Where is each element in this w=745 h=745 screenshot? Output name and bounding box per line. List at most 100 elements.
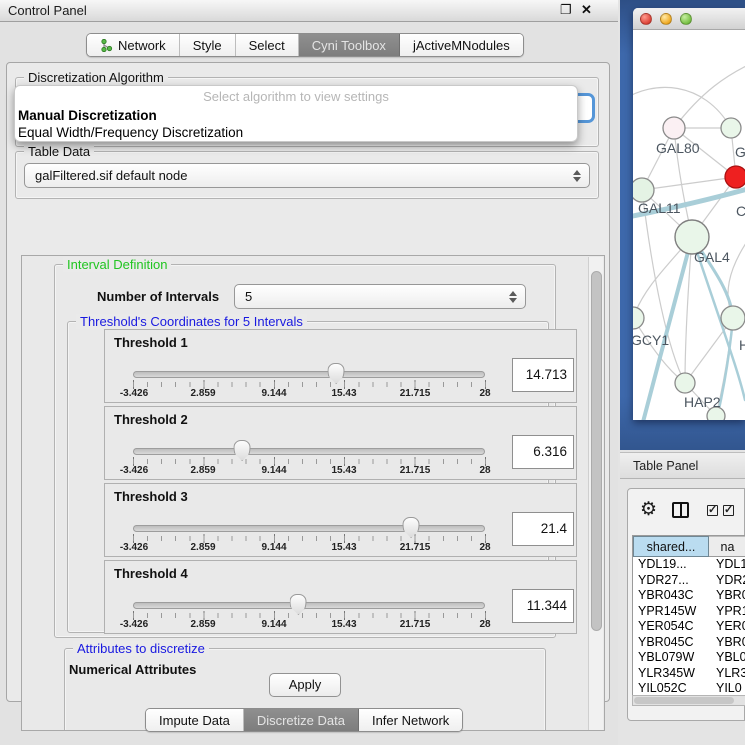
top-tab-bar: Network Style Select Cyni Toolbox jActiv…: [86, 33, 524, 57]
tick-label: 15.43: [331, 388, 356, 399]
table-horizontal-scrollbar[interactable]: [632, 695, 745, 706]
checkbox-icon[interactable]: ✓: [723, 505, 734, 516]
tab-style[interactable]: Style: [180, 34, 236, 56]
control-panel-titlebar: Control Panel ❐ ✕: [0, 0, 618, 22]
cell[interactable]: YBR043C: [633, 588, 709, 604]
tick-label: 15.43: [331, 542, 356, 553]
threshold-3-slider[interactable]: [133, 525, 485, 532]
table-row[interactable]: YBR045C YBR0: [633, 635, 745, 651]
root: Control Panel ❐ ✕ Network Style Select: [0, 0, 745, 745]
cell[interactable]: YPR1: [709, 604, 745, 620]
table-data-group-title: Table Data: [24, 144, 94, 159]
settings-scrollpane: Interval Definition Number of Intervals …: [21, 255, 605, 731]
algorithm-option-equal-width[interactable]: Equal Width/Frequency Discretization: [18, 125, 243, 140]
node-gal80[interactable]: [663, 117, 685, 139]
cell[interactable]: YBR0: [709, 635, 745, 651]
node-label: GA: [735, 144, 745, 160]
cell[interactable]: YDL1: [709, 557, 745, 573]
table-row[interactable]: YLR345W YLR3: [633, 666, 745, 682]
threshold-2-panel: Threshold 2 -3.426 2.859 9.144 15.43 21.…: [104, 406, 577, 480]
tab-discretize-data[interactable]: Discretize Data: [244, 709, 359, 731]
node-label: GAL4: [694, 249, 730, 265]
cell[interactable]: YLR345W: [633, 666, 709, 682]
scrollbar-thumb[interactable]: [591, 271, 602, 631]
minimize-traffic-light-icon[interactable]: [660, 13, 672, 25]
node-hap2[interactable]: [675, 373, 695, 393]
tab-infer-network-label: Infer Network: [372, 713, 449, 728]
algorithm-option-manual[interactable]: Manual Discretization: [18, 108, 157, 123]
float-icon[interactable]: ❐: [560, 2, 572, 18]
table-header-row: shared... na: [633, 536, 745, 557]
interval-definition-title: Interval Definition: [63, 257, 171, 272]
tab-jactivemnodules[interactable]: jActiveMNodules: [400, 34, 523, 56]
tab-select[interactable]: Select: [236, 34, 299, 56]
table-row[interactable]: YBR043C YBR0: [633, 588, 745, 604]
table-row[interactable]: YDR27... YDR2: [633, 573, 745, 589]
cell[interactable]: YDR27...: [633, 573, 709, 589]
threshold-3-value-field[interactable]: 21.4: [512, 512, 574, 546]
columns-icon[interactable]: [672, 502, 689, 518]
close-icon[interactable]: ✕: [581, 2, 592, 18]
table-panel: ⚙ ✓ ✓ shared... na YDL19... YDL1 YDR27..…: [627, 488, 745, 721]
network-window: GAL80 GAL11 GAL4 GCY1 HAP2 GA C H: [633, 8, 745, 420]
tab-network[interactable]: Network: [87, 34, 180, 56]
tab-impute-data[interactable]: Impute Data: [146, 709, 244, 731]
tick-label: 2.859: [190, 465, 215, 476]
num-intervals-label: Number of Intervals: [97, 289, 219, 304]
cell[interactable]: YBR045C: [633, 635, 709, 651]
tab-cyni-toolbox[interactable]: Cyni Toolbox: [299, 34, 400, 56]
zoom-traffic-light-icon[interactable]: [680, 13, 692, 25]
num-intervals-combobox[interactable]: 5: [234, 284, 526, 309]
threshold-2-slider[interactable]: [133, 448, 485, 455]
settings-vertical-scrollbar[interactable]: [588, 257, 603, 731]
threshold-2-value-field[interactable]: 6.316: [512, 435, 574, 469]
column-header-shared-name[interactable]: shared...: [633, 536, 709, 557]
network-canvas[interactable]: GAL80 GAL11 GAL4 GCY1 HAP2 GA C H: [633, 30, 745, 420]
apply-button[interactable]: Apply: [269, 673, 341, 697]
cell[interactable]: YER054C: [633, 619, 709, 635]
node-gcy1[interactable]: [633, 307, 644, 329]
cell[interactable]: YLR3: [709, 666, 745, 682]
table-row[interactable]: YBL079W YBL0: [633, 650, 745, 666]
threshold-1-slider[interactable]: [133, 371, 485, 378]
threshold-4-slider[interactable]: [133, 602, 485, 609]
gear-icon[interactable]: ⚙: [640, 498, 657, 521]
node-gal11[interactable]: [633, 178, 654, 202]
tick-label: 28: [479, 619, 490, 630]
node-red-selected[interactable]: [725, 166, 745, 188]
column-header-name[interactable]: na: [709, 536, 745, 557]
cell[interactable]: YBR0: [709, 588, 745, 604]
tab-cyni-toolbox-label: Cyni Toolbox: [312, 38, 386, 53]
threshold-2-label: Threshold 2: [114, 412, 188, 427]
tab-select-label: Select: [249, 38, 285, 53]
num-intervals-value: 5: [245, 289, 252, 304]
tick-label: -3.426: [120, 619, 148, 630]
attributes-group-title: Attributes to discretize: [73, 641, 209, 656]
tick-label: 9.144: [261, 542, 286, 553]
close-traffic-light-icon[interactable]: [640, 13, 652, 25]
numerical-attributes-label: Numerical Attributes: [69, 662, 196, 677]
control-panel: Control Panel ❐ ✕ Network Style Select: [0, 0, 618, 745]
threshold-4-panel: Threshold 4 -3.426 2.859 9.144 15.43 21.…: [104, 560, 577, 634]
node-partial-top-right[interactable]: [721, 118, 741, 138]
cell[interactable]: YDR2: [709, 573, 745, 589]
threshold-3-panel: Threshold 3 -3.426 2.859 9.144 15.43 21.…: [104, 483, 577, 557]
tab-infer-network[interactable]: Infer Network: [359, 709, 462, 731]
cell[interactable]: YBL079W: [633, 650, 709, 666]
cell[interactable]: YDL19...: [633, 557, 709, 573]
table-row[interactable]: YER054C YER0: [633, 619, 745, 635]
tick-label: 2.859: [190, 388, 215, 399]
checkbox-icon[interactable]: ✓: [707, 505, 718, 516]
table-row[interactable]: YPR145W YPR1: [633, 604, 745, 620]
table-data-combobox[interactable]: galFiltered.sif default node: [24, 163, 590, 188]
network-window-titlebar[interactable]: [633, 8, 745, 30]
cell[interactable]: YPR145W: [633, 604, 709, 620]
threshold-4-value-field[interactable]: 11.344: [512, 589, 574, 623]
node-partial-right[interactable]: [721, 306, 745, 330]
cell[interactable]: YBL0: [709, 650, 745, 666]
cell[interactable]: YER0: [709, 619, 745, 635]
table-row[interactable]: YDL19... YDL1: [633, 557, 745, 573]
threshold-1-value-field[interactable]: 14.713: [512, 358, 574, 392]
scrollbar-thumb[interactable]: [634, 697, 734, 704]
threshold-1-label: Threshold 1: [114, 335, 188, 350]
